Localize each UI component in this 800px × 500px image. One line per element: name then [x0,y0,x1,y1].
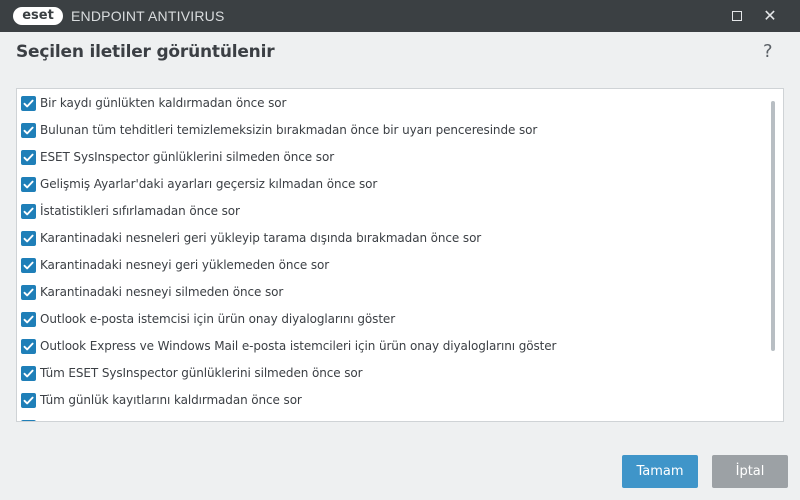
checkbox-checked-icon[interactable] [21,231,36,246]
checkbox-checked-icon[interactable] [21,96,36,111]
message-row[interactable]: Karantinadaki nesneyi geri yüklemeden ön… [17,252,767,279]
message-row[interactable]: Karantinadaki nesneyi silmeden önce sor [17,279,767,306]
message-row[interactable]: Gelişmiş Ayarlar'daki ayarları geçersiz … [17,171,767,198]
message-label: ESET SysInspector günlüklerini silmeden … [40,150,335,164]
message-label: Outlook e-posta istemcisi için ürün onay… [40,312,396,326]
ok-button[interactable]: Tamam [622,455,698,488]
checkbox-checked-icon[interactable] [21,420,36,421]
message-label: Karantinadaki nesneyi geri yüklemeden ön… [40,258,330,272]
message-label: Karantinadaki nesneleri geri yükleyip ta… [40,231,482,245]
maximize-button[interactable] [722,0,752,32]
message-row[interactable]: Outlook Express ve Windows Mail e-posta … [17,333,767,360]
message-row[interactable]: İstatistikleri sıfırlamadan önce sor [17,198,767,225]
message-list: Tüm günlük kayıtlarını kaldırmadan önce … [16,88,784,422]
message-label: İstatistikleri sıfırlamadan önce sor [40,204,240,218]
eset-logo: eset [13,7,63,25]
message-label: Tüm günlük kayıtlarını kaldırmadan önce … [40,393,302,407]
message-row[interactable]: ESET SysInspector günlüklerini silmeden … [17,144,767,171]
message-row[interactable]: Karantinadaki nesneleri geri yükleyip ta… [17,225,767,252]
checkbox-checked-icon[interactable] [21,312,36,327]
title-bar: eset ENDPOINT ANTIVIRUS ✕ [0,0,800,32]
message-row[interactable]: Tüm günlük kayıtlarını kaldırmadan önce … [17,387,767,414]
cancel-button[interactable]: İptal [712,455,788,488]
checkbox-checked-icon[interactable] [21,258,36,273]
checkbox-checked-icon[interactable] [21,150,36,165]
message-label: Tüm ESET SysInspector günlüklerini silme… [40,366,363,380]
logo-text: eset [22,8,54,23]
checkbox-checked-icon[interactable] [21,285,36,300]
checkbox-checked-icon[interactable] [21,339,36,354]
message-label: Outlook Express ve Windows Mail e-posta … [40,339,557,353]
checkbox-checked-icon[interactable] [21,123,36,138]
message-row[interactable]: Bulunan tüm tehditleri temizlemeksizin b… [17,117,767,144]
message-row[interactable]: Outlook e-posta istemcisi için ürün onay… [17,306,767,333]
checkbox-checked-icon[interactable] [21,393,36,408]
app-title: ENDPOINT ANTIVIRUS [71,8,225,24]
message-label: Karantinadaki nesneyi silmeden önce sor [40,285,284,299]
checkbox-checked-icon[interactable] [21,366,36,381]
message-row[interactable]: Tüm ESET SysInspector günlüklerini silme… [17,360,767,387]
checkbox-checked-icon[interactable] [21,177,36,192]
maximize-icon [732,10,742,21]
help-icon[interactable]: ? [763,41,773,62]
page-title: Seçilen iletiler görüntülenir [16,42,275,62]
list-scrollbar[interactable] [771,101,775,351]
message-row[interactable]: Bir kaydı günlükten kaldırmadan önce sor [17,90,767,117]
close-button[interactable]: ✕ [755,0,785,32]
message-label: Bulunan tüm tehditleri temizlemeksizin b… [40,123,538,137]
message-label: Gelişmiş Ayarlar'daki ayarları geçersiz … [40,177,378,191]
message-label: Bir kaydı günlükten kaldırmadan önce sor [40,96,287,110]
close-icon: ✕ [763,6,777,25]
message-row[interactable] [17,414,767,421]
checkbox-checked-icon[interactable] [21,204,36,219]
